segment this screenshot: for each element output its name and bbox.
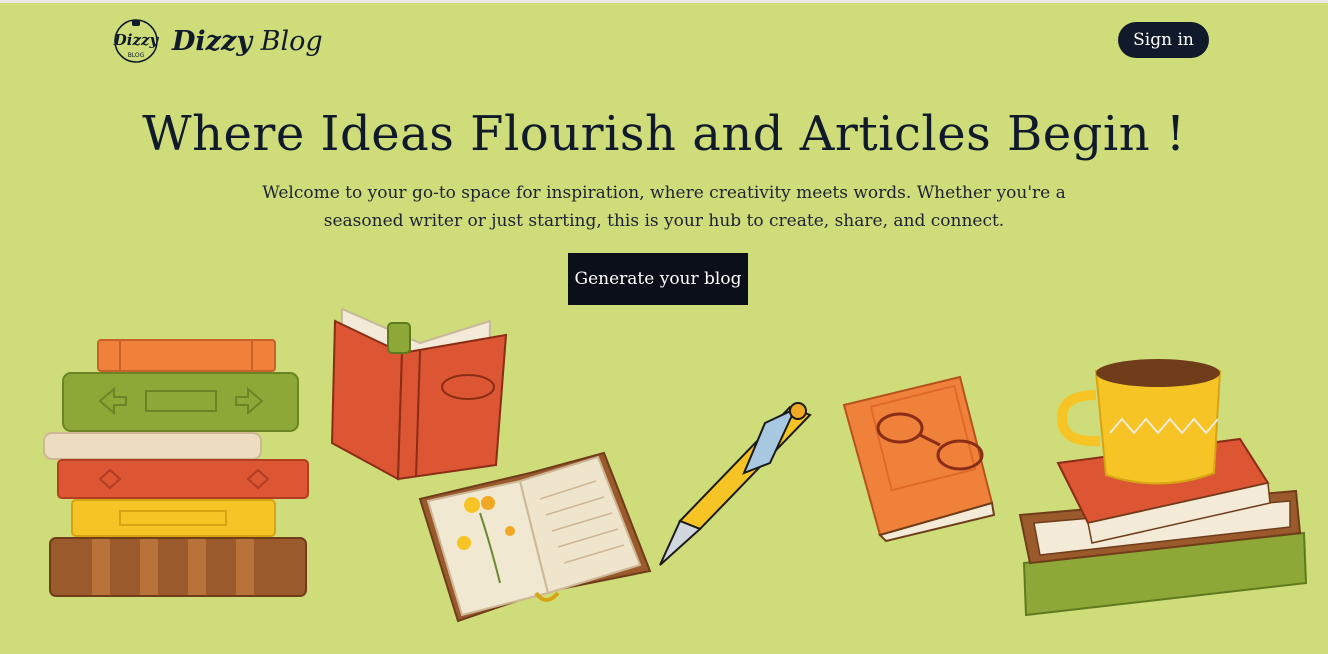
logo-badge-sub: BLOG — [128, 52, 145, 59]
generate-blog-button[interactable]: Generate your blog — [568, 253, 748, 305]
brand-name-bold: Dizzy — [172, 25, 253, 57]
coffee-mug-on-books-icon — [1018, 359, 1308, 617]
book-stack-left-icon — [43, 339, 309, 597]
pen-icon — [659, 402, 812, 566]
brand-name-suffix: Blog — [260, 25, 323, 57]
landing-page: Dizzy BLOG Dizzy Blog Sign in Where Idea… — [0, 3, 1328, 654]
logo[interactable]: Dizzy BLOG Dizzy Blog — [108, 17, 323, 65]
hero-title: Where Ideas Flourish and Articles Begin … — [142, 106, 1186, 162]
illustrations — [43, 307, 1308, 623]
open-red-book-icon — [330, 307, 508, 481]
logo-badge-text: Dizzy — [113, 31, 160, 49]
logo-badge-icon: Dizzy BLOG — [113, 19, 160, 63]
hero-subtitle: Welcome to your go-to space for inspirat… — [262, 183, 1066, 231]
brand-name: Dizzy Blog — [172, 26, 323, 57]
book-with-glasses-icon — [842, 375, 996, 543]
sign-in-button[interactable]: Sign in — [1118, 22, 1209, 58]
open-journal-icon — [418, 451, 652, 623]
